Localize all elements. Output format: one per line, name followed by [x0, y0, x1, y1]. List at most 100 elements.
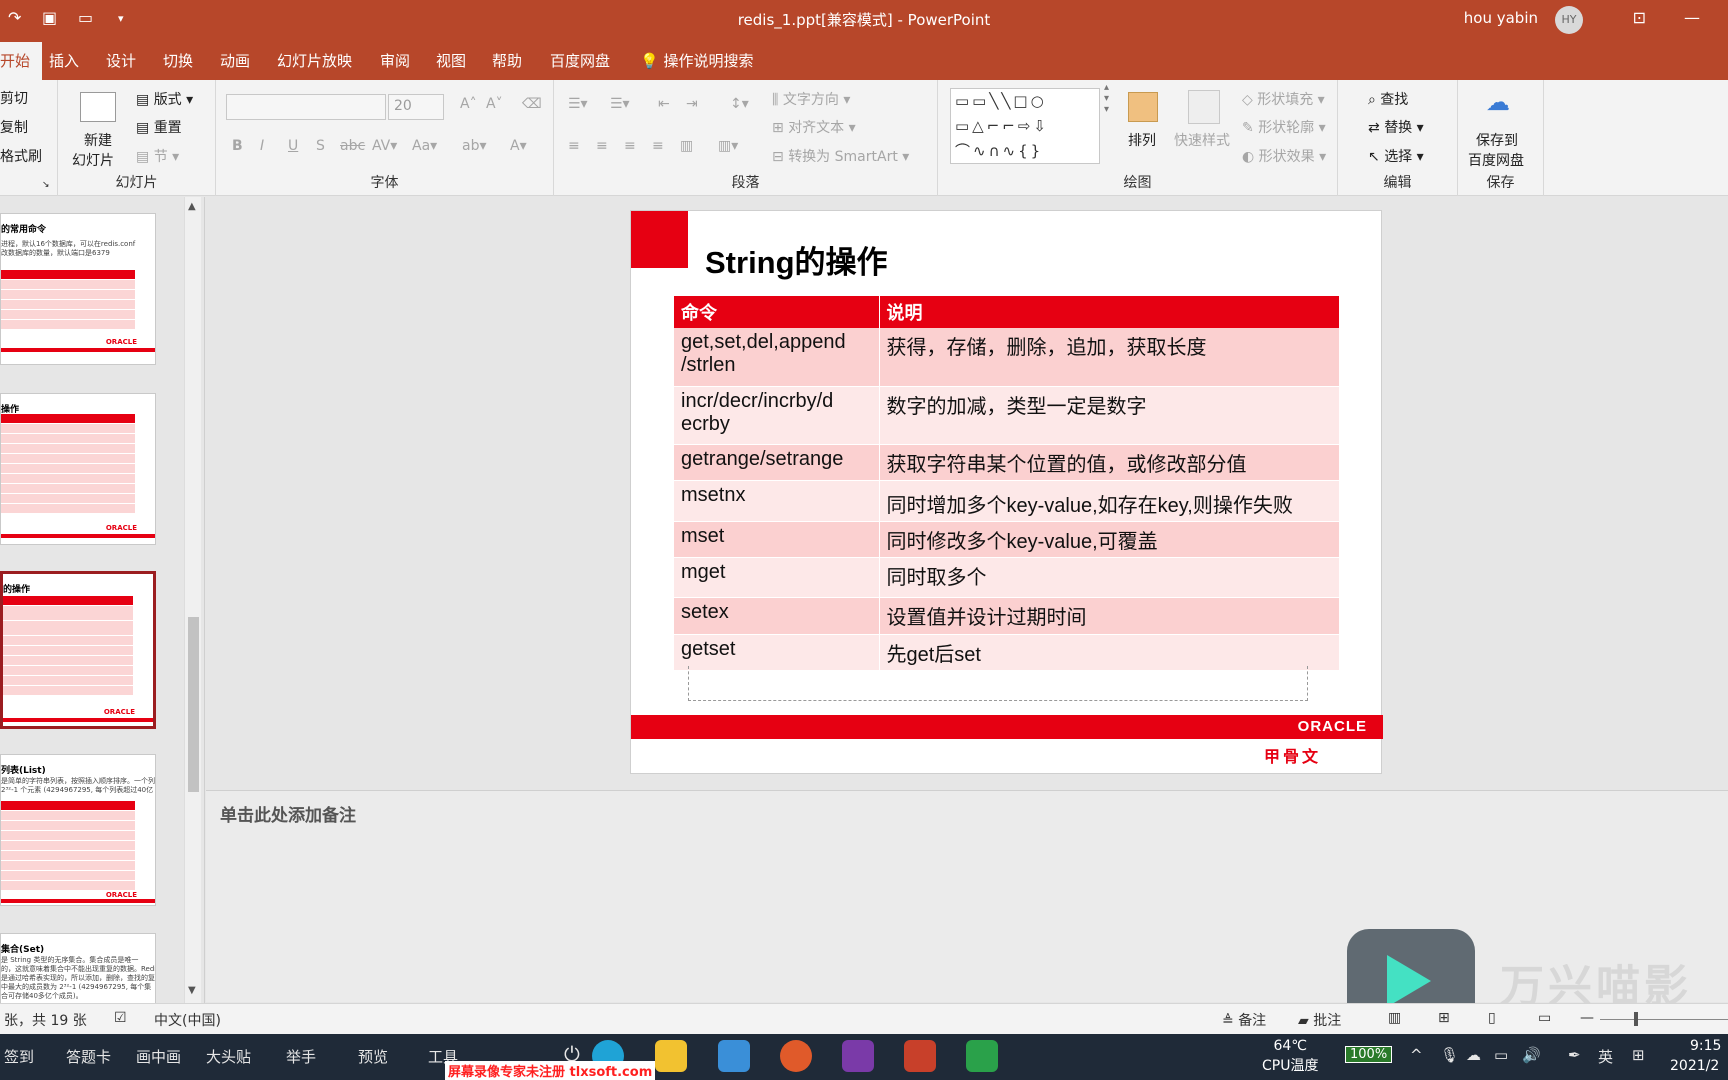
- save-netdisk-line1[interactable]: 保存到: [1476, 130, 1518, 150]
- find-button[interactable]: ⌕ 查找: [1368, 89, 1408, 109]
- font-name-combo[interactable]: [226, 94, 386, 120]
- italic-icon[interactable]: I: [260, 138, 264, 154]
- save-netdisk-line2[interactable]: 百度网盘: [1468, 150, 1524, 170]
- tab-help[interactable]: 帮助: [492, 50, 522, 71]
- input-mode-icon[interactable]: ⊞: [1632, 1046, 1645, 1064]
- slide-canvas[interactable]: String的操作 命令 说明 get,set,del,append /strl…: [630, 210, 1383, 774]
- numbering-icon[interactable]: ☰▾: [610, 96, 630, 112]
- shape-fill-button[interactable]: ◇ 形状填充 ▾: [1242, 89, 1325, 109]
- format-painter-button[interactable]: 格式刷: [0, 146, 42, 166]
- tab-transitions[interactable]: 切换: [163, 50, 193, 71]
- slide-thumbnail[interactable]: 列表(List) 是简单的字符串列表，按照插入顺序排序。一个列表 2³²-1 个…: [0, 754, 156, 906]
- comments-button[interactable]: ▰ 批注: [1298, 1010, 1341, 1030]
- align-left-icon[interactable]: ≡: [568, 138, 580, 154]
- shapes-gallery[interactable]: ▭▭╲╲□○ ▭△⌐⌐⇨⇩ ⌒∿∩∿{}: [950, 88, 1100, 164]
- spell-check-icon[interactable]: ☑: [114, 1010, 127, 1026]
- clear-format-icon[interactable]: ⌫: [522, 96, 542, 112]
- bullets-icon[interactable]: ☰▾: [568, 96, 588, 112]
- copy-button[interactable]: 复制: [0, 117, 28, 137]
- shape-effects-button[interactable]: ◐ 形状效果 ▾: [1242, 146, 1326, 166]
- increase-indent-icon[interactable]: ⇥: [686, 96, 698, 112]
- ime-indicator[interactable]: 英: [1598, 1046, 1613, 1067]
- tab-design[interactable]: 设计: [106, 50, 136, 71]
- slide-thumbnail[interactable]: 操作 ORACLE: [0, 393, 156, 545]
- align-center-icon[interactable]: ≡: [596, 138, 608, 154]
- zoom-slider[interactable]: [1600, 1019, 1728, 1020]
- new-slide-label-1[interactable]: 新建: [84, 130, 112, 150]
- battery-level[interactable]: 100%: [1345, 1046, 1393, 1063]
- pen-icon[interactable]: ✒: [1568, 1046, 1581, 1064]
- scroll-up-icon[interactable]: ▲: [188, 201, 196, 212]
- scrollbar-thumb[interactable]: [188, 617, 199, 792]
- align-right-icon[interactable]: ≡: [624, 138, 636, 154]
- user-name[interactable]: hou yabin: [1464, 9, 1538, 27]
- shape-outline-button[interactable]: ✎ 形状轮廓 ▾: [1242, 117, 1326, 137]
- shrink-font-icon[interactable]: A˅: [486, 96, 503, 112]
- cloud-icon[interactable]: ☁: [1466, 1046, 1481, 1064]
- dialog-launcher-icon[interactable]: ↘: [42, 180, 50, 190]
- slide-sorter-icon[interactable]: ⊞: [1438, 1010, 1450, 1026]
- toolbar-raise-hand[interactable]: 举手: [286, 1046, 316, 1067]
- zoom-out-icon[interactable]: —: [1580, 1010, 1594, 1026]
- section-button[interactable]: ▤ 节 ▾: [136, 146, 179, 166]
- tab-animations[interactable]: 动画: [220, 50, 250, 71]
- tab-slideshow[interactable]: 幻灯片放映: [277, 50, 352, 71]
- highlight-icon[interactable]: ab▾: [462, 138, 487, 154]
- quick-styles-button[interactable]: 快速样式: [1174, 130, 1230, 150]
- notes-button[interactable]: ≜ 备注: [1222, 1010, 1266, 1030]
- tell-me-search[interactable]: 💡 操作说明搜索: [640, 50, 753, 71]
- toolbar-preview[interactable]: 预览: [358, 1046, 388, 1067]
- language-indicator[interactable]: 中文(中国): [154, 1010, 221, 1030]
- normal-view-icon[interactable]: ▥: [1388, 1010, 1401, 1026]
- change-case-icon[interactable]: Aa▾: [412, 138, 437, 154]
- commands-table[interactable]: 命令 说明 get,set,del,append /strlen 获得，存储，删…: [674, 296, 1340, 671]
- decrease-indent-icon[interactable]: ⇤: [658, 96, 670, 112]
- strikethrough-icon[interactable]: abc: [340, 138, 365, 154]
- arrange-button[interactable]: 排列: [1128, 130, 1156, 150]
- select-button[interactable]: ↖ 选择 ▾: [1368, 146, 1424, 166]
- tab-insert[interactable]: 插入: [49, 50, 79, 71]
- toolbar-pip[interactable]: 画中画: [136, 1046, 181, 1067]
- tab-home[interactable]: 开始: [0, 42, 43, 80]
- layout-button[interactable]: ▤ 版式 ▾: [136, 89, 193, 109]
- ribbon-display-icon[interactable]: ⊡: [1633, 8, 1646, 27]
- volume-icon[interactable]: 🔊: [1522, 1046, 1541, 1064]
- columns-icon[interactable]: ▥▾: [718, 138, 738, 154]
- battery-tray-icon[interactable]: ▭: [1494, 1046, 1508, 1064]
- tab-view[interactable]: 视图: [436, 50, 466, 71]
- align-text-button[interactable]: ⊞ 对齐文本 ▾: [772, 117, 856, 137]
- minimize-icon[interactable]: —: [1684, 8, 1700, 27]
- bold-icon[interactable]: B: [232, 138, 243, 154]
- line-spacing-icon[interactable]: ↕▾: [730, 96, 749, 112]
- font-size-combo[interactable]: 20: [388, 94, 444, 120]
- tab-review[interactable]: 审阅: [380, 50, 410, 71]
- justify-icon[interactable]: ≡: [652, 138, 664, 154]
- slide-thumbnail[interactable]: 集合(Set) 是 String 类型的无序集合。集合成员是唯一 的，这就意味着…: [0, 933, 156, 1003]
- toolbar-answer-card[interactable]: 答题卡: [66, 1046, 111, 1067]
- onenote-icon[interactable]: [842, 1040, 874, 1072]
- reading-view-icon[interactable]: ▯: [1488, 1010, 1496, 1026]
- reset-button[interactable]: ▤ 重置: [136, 117, 182, 137]
- zoom-slider-handle[interactable]: [1634, 1012, 1638, 1026]
- empty-placeholder[interactable]: [688, 666, 1308, 701]
- distributed-icon[interactable]: ▥: [680, 138, 693, 154]
- app-icon[interactable]: [718, 1040, 750, 1072]
- chevron-up-icon[interactable]: ^: [1410, 1046, 1423, 1064]
- cut-button[interactable]: 剪切: [0, 88, 28, 108]
- font-color-icon[interactable]: A▾: [510, 138, 527, 154]
- scroll-down-icon[interactable]: ▼: [188, 985, 196, 996]
- underline-icon[interactable]: U: [288, 138, 298, 154]
- tab-baidu-netdisk[interactable]: 百度网盘: [550, 50, 610, 71]
- replace-button[interactable]: ⇄ 替换 ▾: [1368, 117, 1424, 137]
- new-slide-label-2[interactable]: 幻灯片: [72, 150, 114, 170]
- avatar[interactable]: HY: [1555, 6, 1583, 34]
- slide-thumbnail[interactable]: 的常用命令 进程，默认16个数据库，可以在redis.conf 改数据库的数量，…: [0, 213, 156, 365]
- slide-thumbnail-selected[interactable]: 的操作 ORACLE: [0, 571, 156, 729]
- convert-smartart-button[interactable]: ⊟ 转换为 SmartArt ▾: [772, 146, 909, 166]
- clock[interactable]: 9:15 2021/2: [1670, 1036, 1721, 1076]
- gallery-scroll-icon[interactable]: ▴ ▾ ▾: [1104, 82, 1109, 115]
- slideshow-view-icon[interactable]: ▭: [1538, 1010, 1551, 1026]
- toolbar-signin[interactable]: 签到: [4, 1046, 34, 1067]
- app-icon[interactable]: [966, 1040, 998, 1072]
- char-spacing-icon[interactable]: AV▾: [372, 138, 397, 154]
